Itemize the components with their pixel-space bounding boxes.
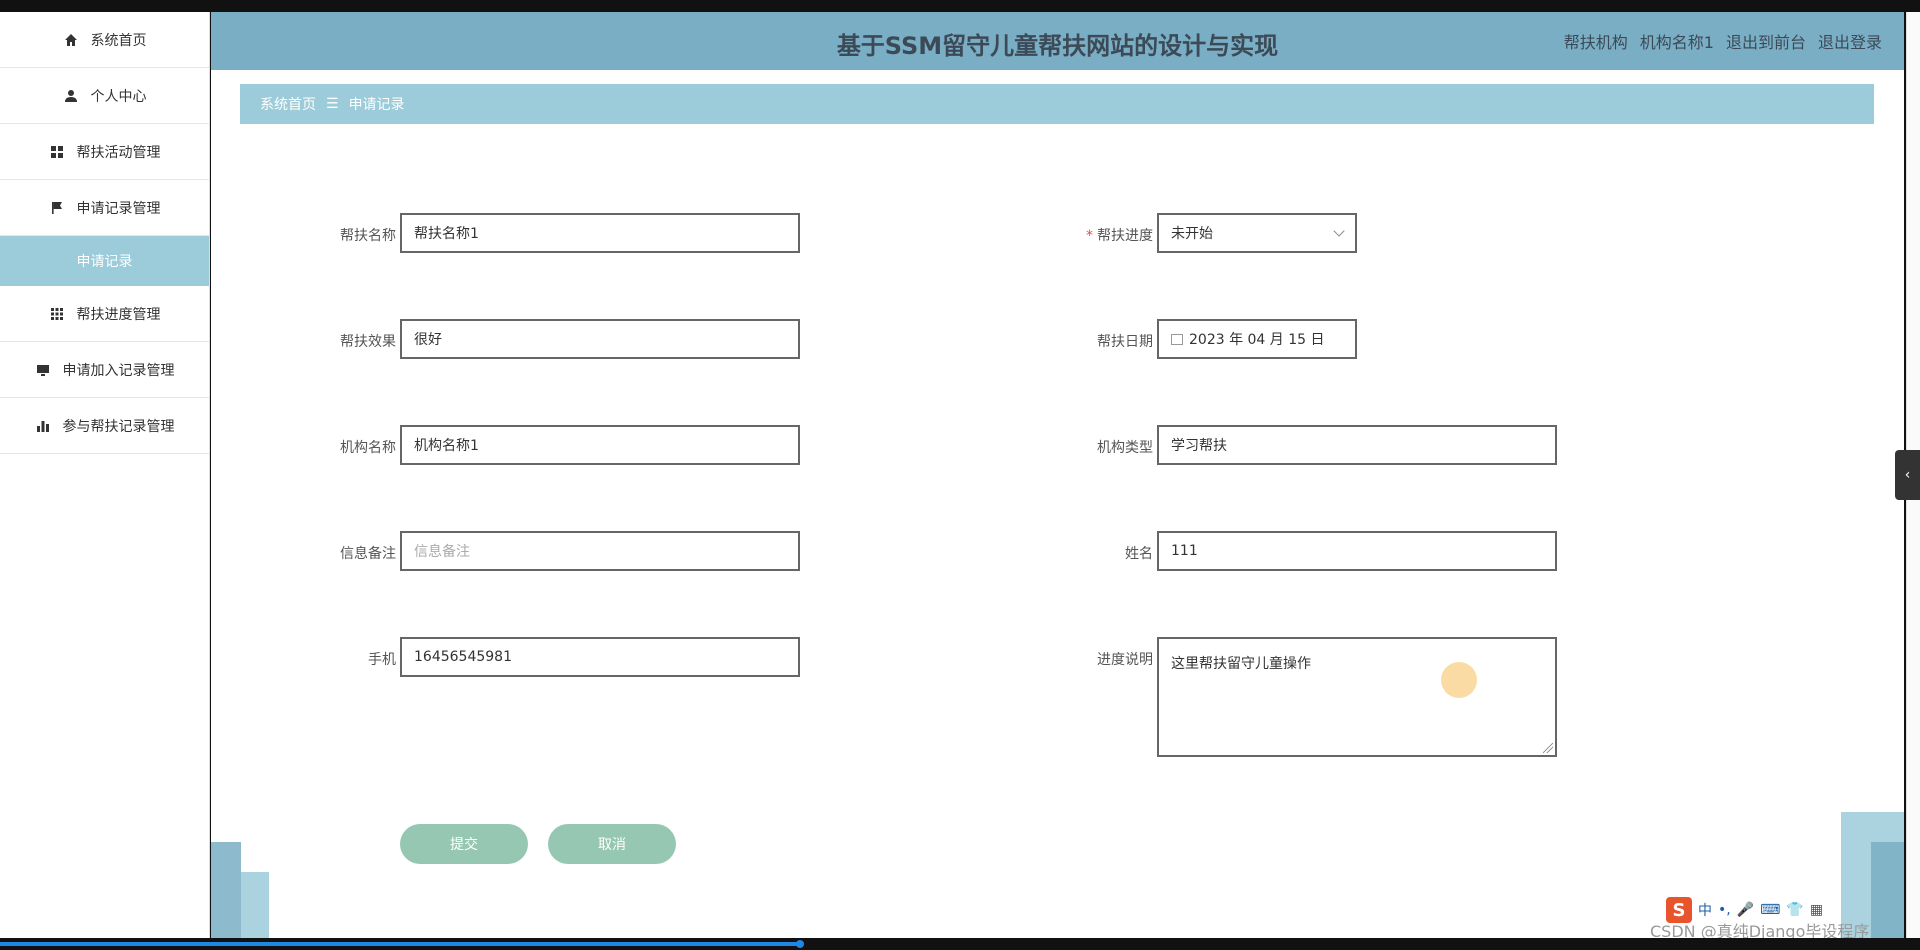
- progress-desc-textarea[interactable]: 这里帮扶留守儿童操作: [1157, 637, 1557, 757]
- effect-input[interactable]: 很好: [400, 319, 800, 359]
- org-name-value: 机构名称1: [414, 438, 479, 454]
- sidebar-item-profile[interactable]: 个人中心: [0, 68, 209, 124]
- sidebar-item-apply[interactable]: 申请记录管理: [0, 180, 209, 236]
- progress-select[interactable]: 未开始: [1157, 213, 1357, 253]
- sidebar-item-activity[interactable]: 帮扶活动管理: [0, 124, 209, 180]
- user-role: 帮扶机构: [1563, 33, 1628, 52]
- sidebar-item-label: 帮扶活动管理: [76, 144, 161, 161]
- phone-value: 16456545981: [414, 649, 512, 665]
- breadcrumb-home[interactable]: 系统首页: [260, 94, 316, 114]
- collapse-tab[interactable]: ‹: [1895, 450, 1920, 500]
- screen-top-edge: [0, 0, 1920, 12]
- org-type-value: 学习帮扶: [1171, 438, 1227, 454]
- sidebar-item-join[interactable]: 申请加入记录管理: [0, 342, 209, 398]
- decor-block: [1871, 842, 1904, 938]
- keyboard-icon[interactable]: ⌨: [1760, 902, 1780, 918]
- help-name-value: 帮扶名称1: [414, 226, 479, 242]
- header-user-area: 帮扶机构 机构名称1 退出到前台 退出登录: [1564, 29, 1882, 53]
- header: 基于SSM留守儿童帮扶网站的设计与实现 帮扶机构 机构名称1 退出到前台 退出登…: [211, 12, 1904, 70]
- chevron-left-icon: ‹: [1904, 467, 1911, 483]
- required-mark: *: [1086, 228, 1093, 244]
- skin-icon[interactable]: 👕: [1786, 902, 1803, 918]
- video-progress-handle[interactable]: [796, 940, 804, 948]
- sidebar-item-label: 申请记录管理: [76, 200, 161, 217]
- person-name-value: 111: [1171, 543, 1198, 559]
- sidebar-item-participate[interactable]: 参与帮扶记录管理: [0, 398, 209, 454]
- chevron-down-icon: [1333, 225, 1345, 237]
- progress-desc-label: 进度说明: [1097, 652, 1153, 668]
- breadcrumb-separator-icon: ☰: [326, 96, 339, 112]
- remark-label: 信息备注: [340, 546, 396, 562]
- user-name: 机构名称1: [1639, 33, 1714, 52]
- sidebar: 系统首页 个人中心 帮扶活动管理 申请记录管理 申请记录 帮扶进度管理 申请加入…: [0, 12, 210, 938]
- help-name-label: 帮扶名称: [340, 228, 396, 244]
- date-value: 2023 年 04 月 15 日: [1189, 332, 1325, 348]
- progress-desc-value: 这里帮扶留守儿童操作: [1171, 656, 1311, 672]
- decor-block: [241, 872, 269, 938]
- bar-chart-icon: [35, 418, 51, 434]
- punctuation-icon[interactable]: •,: [1718, 902, 1731, 918]
- remark-input[interactable]: 信息备注: [400, 531, 800, 571]
- effect-label: 帮扶效果: [340, 334, 396, 350]
- phone-label: 手机: [368, 652, 396, 668]
- calendar-icon: [1171, 333, 1183, 345]
- person-name-input[interactable]: 111: [1157, 531, 1557, 571]
- person-name-label: 姓名: [1125, 546, 1153, 562]
- sidebar-item-label: 申请加入记录管理: [62, 362, 175, 379]
- date-label: 帮扶日期: [1097, 334, 1153, 350]
- toolbox-icon[interactable]: ▦: [1810, 902, 1823, 918]
- main-content: 基于SSM留守儿童帮扶网站的设计与实现 帮扶机构 机构名称1 退出到前台 退出登…: [211, 12, 1904, 938]
- sidebar-subitem-apply-record[interactable]: 申请记录: [0, 236, 209, 286]
- cursor-highlight: [1441, 662, 1477, 698]
- date-input[interactable]: 2023 年 04 月 15 日: [1157, 319, 1357, 359]
- video-progress-bar[interactable]: [0, 942, 800, 946]
- breadcrumb-current: 申请记录: [348, 97, 405, 113]
- ime-mode[interactable]: 中: [1698, 900, 1712, 920]
- org-type-label: 机构类型: [1097, 440, 1153, 456]
- resize-handle[interactable]: [1543, 743, 1553, 753]
- progress-label: * 帮扶进度: [1086, 228, 1153, 244]
- org-name-input[interactable]: 机构名称1: [400, 425, 800, 465]
- phone-input[interactable]: 16456545981: [400, 637, 800, 677]
- sidebar-item-label: 个人中心: [90, 88, 147, 105]
- home-icon: [63, 32, 79, 48]
- grid-icon: [49, 144, 65, 160]
- exit-front-link[interactable]: 退出到前台: [1726, 29, 1806, 53]
- progress-value: 未开始: [1171, 226, 1213, 242]
- remark-placeholder: 信息备注: [414, 544, 470, 560]
- apps-icon: [49, 306, 65, 322]
- org-type-input[interactable]: 学习帮扶: [1157, 425, 1557, 465]
- flag-icon: [49, 200, 65, 216]
- decor-block: [211, 842, 241, 938]
- sidebar-item-label: 参与帮扶记录管理: [62, 418, 175, 435]
- user-icon: [63, 88, 79, 104]
- sidebar-item-label: 系统首页: [90, 32, 147, 49]
- effect-value: 很好: [414, 332, 442, 348]
- sidebar-item-progress[interactable]: 帮扶进度管理: [0, 286, 209, 342]
- sidebar-item-label: 帮扶进度管理: [76, 306, 161, 323]
- org-name-label: 机构名称: [340, 440, 396, 456]
- sidebar-item-home[interactable]: 系统首页: [0, 12, 209, 68]
- cancel-button[interactable]: 取消: [548, 824, 676, 864]
- microphone-icon[interactable]: 🎤: [1737, 902, 1754, 918]
- monitor-icon: [35, 362, 51, 378]
- sidebar-subitem-label: 申请记录: [76, 254, 133, 270]
- submit-button[interactable]: 提交: [400, 824, 528, 864]
- breadcrumb: 系统首页 ☰ 申请记录: [240, 84, 1874, 124]
- help-name-input[interactable]: 帮扶名称1: [400, 213, 800, 253]
- logout-link[interactable]: 退出登录: [1818, 29, 1882, 53]
